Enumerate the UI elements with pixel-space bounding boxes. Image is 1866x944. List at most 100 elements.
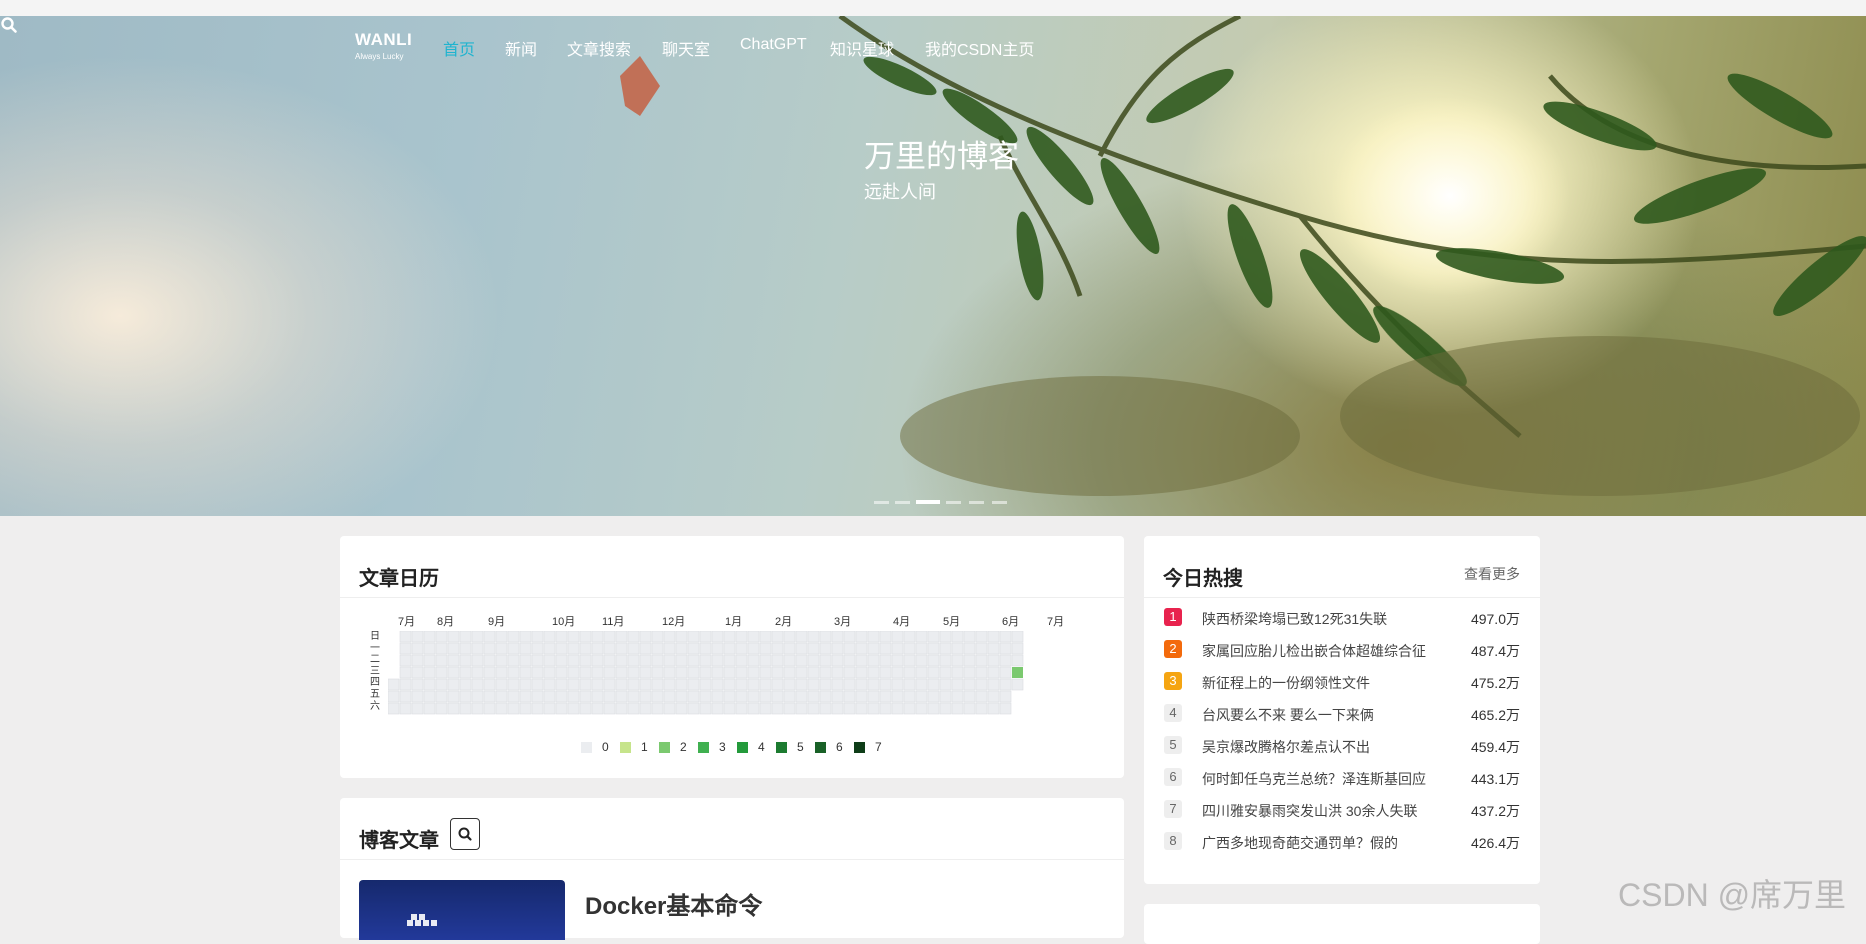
calendar-day-cell[interactable]	[399, 666, 412, 679]
calendar-day-cell[interactable]	[507, 678, 520, 691]
calendar-day-cell[interactable]	[951, 642, 964, 655]
calendar-day-cell[interactable]	[987, 666, 1000, 679]
calendar-day-cell[interactable]	[795, 654, 808, 667]
calendar-day-cell[interactable]	[567, 654, 580, 667]
calendar-day-cell[interactable]	[939, 631, 952, 643]
calendar-day-cell[interactable]	[423, 642, 436, 655]
calendar-day-cell[interactable]	[567, 642, 580, 655]
calendar-day-cell[interactable]	[927, 666, 940, 679]
calendar-day-cell[interactable]	[891, 678, 904, 691]
calendar-day-cell[interactable]	[963, 666, 976, 679]
calendar-day-cell[interactable]	[879, 642, 892, 655]
calendar-day-cell[interactable]	[771, 690, 784, 703]
calendar-day-cell[interactable]	[519, 678, 532, 691]
calendar-day-cell[interactable]	[471, 702, 484, 715]
calendar-day-cell[interactable]	[663, 690, 676, 703]
calendar-day-cell[interactable]	[471, 631, 484, 643]
blog-search-button[interactable]	[450, 818, 480, 850]
calendar-day-cell[interactable]	[951, 702, 964, 715]
calendar-day-cell[interactable]	[759, 666, 772, 679]
calendar-day-cell[interactable]	[987, 654, 1000, 667]
calendar-day-cell[interactable]	[663, 666, 676, 679]
calendar-day-cell[interactable]	[783, 654, 796, 667]
calendar-day-cell[interactable]	[567, 666, 580, 679]
calendar-day-cell[interactable]	[771, 631, 784, 643]
calendar-day-cell[interactable]	[519, 631, 532, 643]
calendar-day-cell[interactable]	[687, 642, 700, 655]
calendar-day-cell[interactable]	[639, 654, 652, 667]
calendar-day-cell[interactable]	[459, 678, 472, 691]
calendar-day-cell[interactable]	[675, 642, 688, 655]
calendar-day-cell[interactable]	[903, 678, 916, 691]
calendar-day-cell[interactable]	[651, 666, 664, 679]
calendar-day-cell[interactable]	[747, 690, 760, 703]
calendar-day-cell[interactable]	[615, 654, 628, 667]
calendar-day-cell[interactable]	[567, 631, 580, 643]
calendar-day-cell[interactable]	[483, 702, 496, 715]
calendar-day-cell[interactable]	[723, 631, 736, 643]
calendar-day-cell[interactable]	[795, 631, 808, 643]
calendar-day-cell[interactable]	[663, 642, 676, 655]
calendar-day-cell[interactable]	[771, 678, 784, 691]
calendar-day-cell[interactable]	[423, 678, 436, 691]
calendar-day-cell[interactable]	[603, 631, 616, 643]
calendar-day-cell[interactable]	[963, 678, 976, 691]
calendar-day-cell[interactable]	[615, 690, 628, 703]
calendar-day-cell[interactable]	[651, 690, 664, 703]
calendar-day-cell[interactable]	[423, 702, 436, 715]
nav-item-news[interactable]: 新闻	[505, 36, 537, 60]
carousel-dot-active[interactable]	[916, 500, 940, 504]
calendar-day-cell[interactable]	[471, 654, 484, 667]
calendar-day-cell[interactable]	[447, 678, 460, 691]
calendar-day-cell[interactable]	[723, 666, 736, 679]
calendar-day-cell[interactable]	[507, 642, 520, 655]
hot-search-text[interactable]: 家属回应胎儿检出嵌合体超雄综合征	[1202, 641, 1426, 661]
calendar-day-cell[interactable]	[855, 666, 868, 679]
calendar-day-cell[interactable]	[627, 690, 640, 703]
calendar-day-cell[interactable]	[388, 678, 400, 691]
calendar-day-cell[interactable]	[627, 631, 640, 643]
calendar-day-cell[interactable]	[951, 678, 964, 691]
calendar-day-cell[interactable]	[1011, 642, 1024, 655]
calendar-day-cell[interactable]	[411, 631, 424, 643]
calendar-day-cell[interactable]	[891, 666, 904, 679]
calendar-day-cell[interactable]	[603, 702, 616, 715]
calendar-day-cell[interactable]	[843, 690, 856, 703]
calendar-day-cell[interactable]	[951, 631, 964, 643]
calendar-day-cell[interactable]	[507, 666, 520, 679]
calendar-day-cell[interactable]	[795, 642, 808, 655]
calendar-day-cell[interactable]	[435, 666, 448, 679]
calendar-day-cell[interactable]	[483, 690, 496, 703]
calendar-day-cell[interactable]	[555, 631, 568, 643]
calendar-day-cell[interactable]	[459, 654, 472, 667]
calendar-day-cell[interactable]	[675, 690, 688, 703]
calendar-day-cell[interactable]	[591, 642, 604, 655]
calendar-day-cell[interactable]	[495, 678, 508, 691]
hot-search-item[interactable]: 2 家属回应胎儿检出嵌合体超雄综合征 487.4万	[1164, 640, 1520, 660]
calendar-day-cell[interactable]	[591, 631, 604, 643]
nav-item-csdn-home[interactable]: 我的CSDN主页	[925, 36, 1034, 60]
calendar-day-cell[interactable]	[723, 654, 736, 667]
calendar-day-cell[interactable]	[831, 654, 844, 667]
calendar-day-cell[interactable]	[879, 654, 892, 667]
calendar-day-cell[interactable]	[531, 690, 544, 703]
calendar-day-cell[interactable]	[483, 666, 496, 679]
calendar-day-cell[interactable]	[567, 690, 580, 703]
calendar-day-cell[interactable]	[963, 702, 976, 715]
hot-search-item[interactable]: 7 四川雅安暴雨突发山洪 30余人失联 437.2万	[1164, 800, 1520, 820]
calendar-day-cell[interactable]	[819, 631, 832, 643]
calendar-day-cell[interactable]	[591, 702, 604, 715]
calendar-day-cell[interactable]	[723, 702, 736, 715]
calendar-day-cell[interactable]	[675, 702, 688, 715]
calendar-day-cell[interactable]	[999, 654, 1012, 667]
calendar-day-cell[interactable]	[831, 642, 844, 655]
calendar-day-cell[interactable]	[471, 678, 484, 691]
calendar-day-cell[interactable]	[903, 631, 916, 643]
hot-search-item[interactable]: 1 陕西桥梁垮塌已致12死31失联 497.0万	[1164, 608, 1520, 628]
calendar-day-cell[interactable]	[531, 631, 544, 643]
calendar-day-cell[interactable]	[663, 702, 676, 715]
calendar-day-cell[interactable]	[423, 690, 436, 703]
calendar-day-cell[interactable]	[543, 642, 556, 655]
calendar-day-cell[interactable]	[735, 642, 748, 655]
calendar-day-cell[interactable]	[543, 666, 556, 679]
